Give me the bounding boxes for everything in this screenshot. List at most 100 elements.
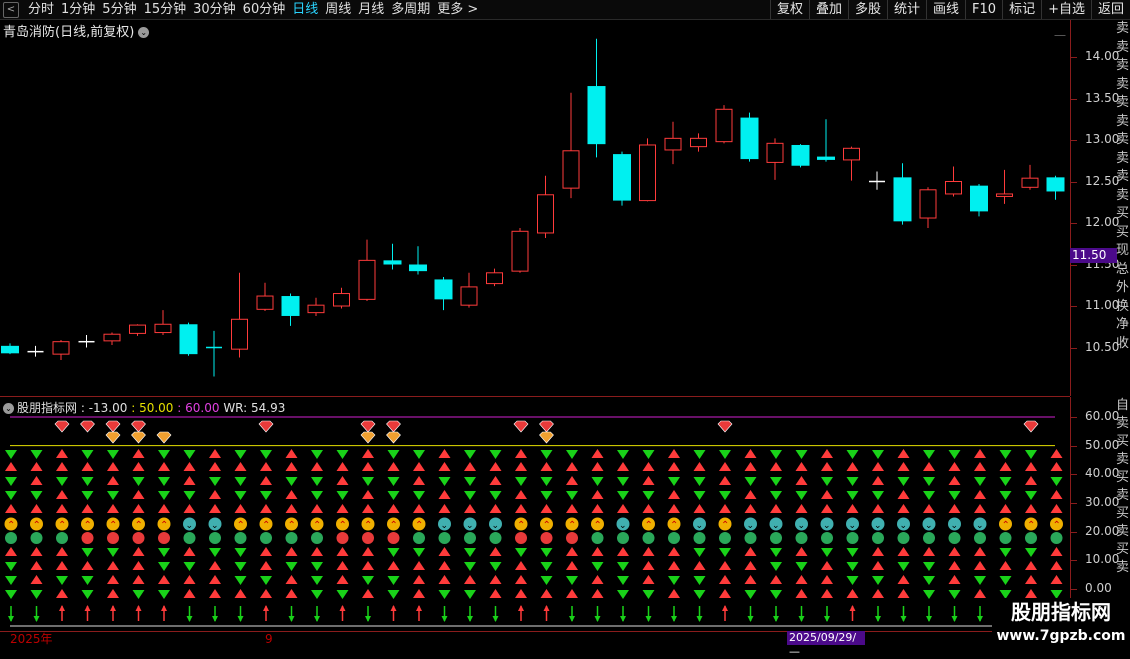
candle-body [740,117,759,160]
candle-body [486,272,503,285]
candle-body [919,189,937,219]
green-badge-icon [642,532,655,544]
indicator-arrow [642,575,655,584]
indicator-arrow [285,490,298,499]
indicator-arrow [566,589,578,598]
time-axis-month-label: 9 [265,632,273,646]
chevron-down-icon: ⌄ [976,521,984,531]
indicator-arrow [132,490,145,499]
indicator-arrow [1025,504,1037,513]
candle [460,272,478,308]
green-badge-icon [693,532,706,544]
indicator-arrow [158,491,170,500]
indicator-arrow [821,561,833,570]
indicator-arrow [1050,504,1063,513]
toolbar-button-2[interactable]: 多股 [847,0,887,19]
signal-arrow-down-icon [620,616,626,622]
diamond-icon [360,431,376,444]
indicator-arrow [56,477,68,486]
indicator-arrow [617,590,629,599]
indicator-arrow [515,548,527,557]
toolbar-button-7[interactable]: +自选 [1041,0,1091,19]
indicator-arrow [209,462,221,471]
period-tab-7[interactable]: 周线 [323,1,356,18]
indicator-chart[interactable]: ⌃ ⌃ ⌃ ⌃ ⌃ ⌃ ⌃ ⌄ ⌄ ⌃ ⌃ ⌃ ⌃ ⌃ ⌃ ⌃ ⌃ ⌄ ⌄ ⌄ ⌃ ⌃ ⌃ ⌃ ⌄ ⌃ ⌃ ⌄ ⌃ ⌄ ⌄ ⌄ ⌄ ⌄ ⌄ ⌄ ⌄ ⌄ ⌄ ⌃… [0,397,1070,631]
period-tab-5[interactable]: 60分钟 [241,1,291,18]
candle [434,276,453,311]
period-tab-4[interactable]: 30分钟 [191,1,241,18]
indicator-arrow [158,462,170,471]
signal-arrow-down-icon [33,616,40,622]
indicator-arrow [770,462,782,471]
indicator-arrow [464,575,476,584]
candle [358,239,376,302]
indicator-arrow [846,504,859,513]
period-tab-6[interactable]: 日线 [290,1,323,18]
chevron-up-icon: ⌃ [721,520,729,531]
indicator-arrow [846,462,859,471]
indicator-arrow [336,504,349,513]
chevron-up-icon: ⌃ [313,520,321,531]
watermark-url: www.7gpzb.com [996,628,1126,644]
indicator-arrow [846,477,859,486]
back-chevron-icon[interactable]: < [3,2,19,18]
toolbar-right-buttons: 复权 叠加 多股 统计 画线 F10 标记 +自选 返回 [769,0,1130,19]
chevron-up-icon: ⌃ [415,520,423,531]
indicator-arrow [617,547,629,556]
indicator-arrow [540,477,553,486]
indicator-tick-label: 0.00 [1085,581,1112,595]
green-badge-icon [413,532,425,544]
green-badge-icon [30,532,43,544]
chevron-up-icon: ⌃ [1002,520,1010,531]
indicator-arrow [770,590,782,599]
signal-arrow-down-icon [671,616,677,622]
indicator-arrow [1025,450,1037,459]
toolbar-button-3[interactable]: 统计 [887,0,926,19]
toolbar-button-8[interactable]: 返回 [1090,0,1130,19]
indicator-arrow [311,576,323,585]
indicator-arrow [438,575,451,584]
indicator-arrow [566,491,578,500]
toolbar-button-0[interactable]: 复权 [769,0,809,19]
indicator-arrow [668,561,680,570]
period-tab-9[interactable]: 多周期 [389,1,435,18]
indicator-arrow [183,589,196,598]
period-tab-10[interactable]: 更多 > [435,1,483,18]
indicator-arrow [1025,548,1037,557]
candle [817,119,835,162]
chevron-up-icon: ⌃ [288,520,296,531]
diamond-icon[interactable]: ◇ [1036,35,1045,36]
candle-body [333,293,350,307]
toolbar-button-5[interactable]: F10 [965,0,1002,19]
indicator-arrow [260,462,272,471]
indicator-arrow [591,562,604,571]
indicator-arrow [566,462,578,471]
indicator-arrow [744,449,757,458]
candle [409,246,427,275]
green-badge-icon [999,532,1012,544]
candle-body [179,324,198,355]
green-badge-icon [948,532,961,544]
indicator-arrow [362,449,374,458]
indicator-arrow [540,504,553,513]
indicator-arrow [515,575,527,584]
toolbar-button-6[interactable]: 标记 [1002,0,1041,19]
indicator-arrow [209,477,221,486]
diamond-icon [131,431,146,444]
period-tab-0[interactable]: 分时 [26,1,59,18]
period-tab-3[interactable]: 15分钟 [142,1,192,18]
indicator-arrow [387,477,400,486]
indicator-arrow [770,504,782,513]
chevron-up-icon: ⌃ [568,520,576,531]
indicator-arrow [795,462,808,471]
candle [537,175,554,238]
chevron-up-icon: ⌃ [594,520,602,531]
period-tab-8[interactable]: 月线 [356,1,389,18]
indicator-arrow [413,462,425,471]
candle [231,272,248,358]
toolbar-button-4[interactable]: 画线 [926,0,965,19]
toolbar-button-1[interactable]: 叠加 [808,0,848,19]
period-tab-2[interactable]: 5分钟 [100,1,141,18]
candlestick-chart[interactable]: ◇ [0,35,1070,396]
period-tab-1[interactable]: 1分钟 [59,1,100,18]
